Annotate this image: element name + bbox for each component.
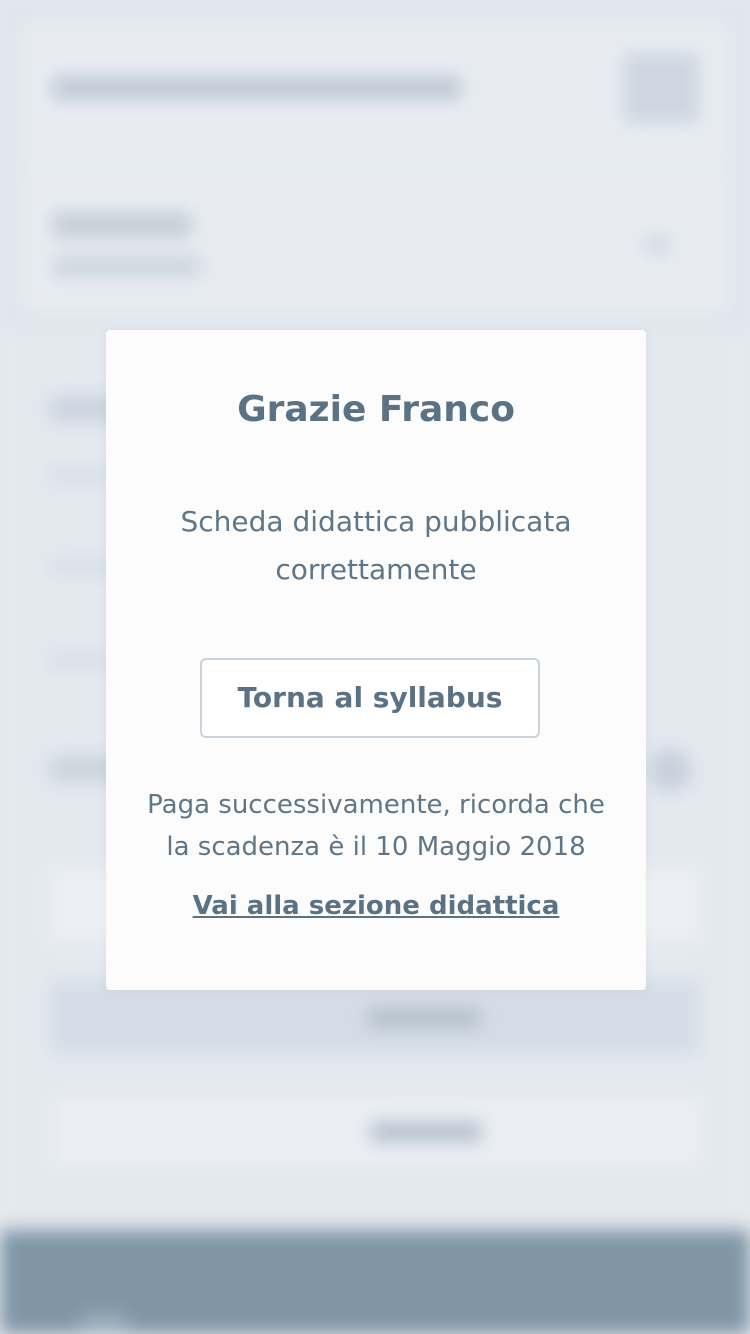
confirmation-modal: Grazie Franco Scheda didattica pubblicat… (106, 330, 646, 990)
back-to-syllabus-button[interactable]: Torna al syllabus (200, 658, 540, 738)
modal-message: Scheda didattica pubblicata correttament… (180, 505, 572, 586)
modal-title: Grazie Franco (237, 389, 515, 430)
didactic-section-link[interactable]: Vai alla sezione didattica (106, 886, 646, 926)
payment-deadline-note: Paga successivamente, ricorda che la sca… (147, 790, 605, 862)
